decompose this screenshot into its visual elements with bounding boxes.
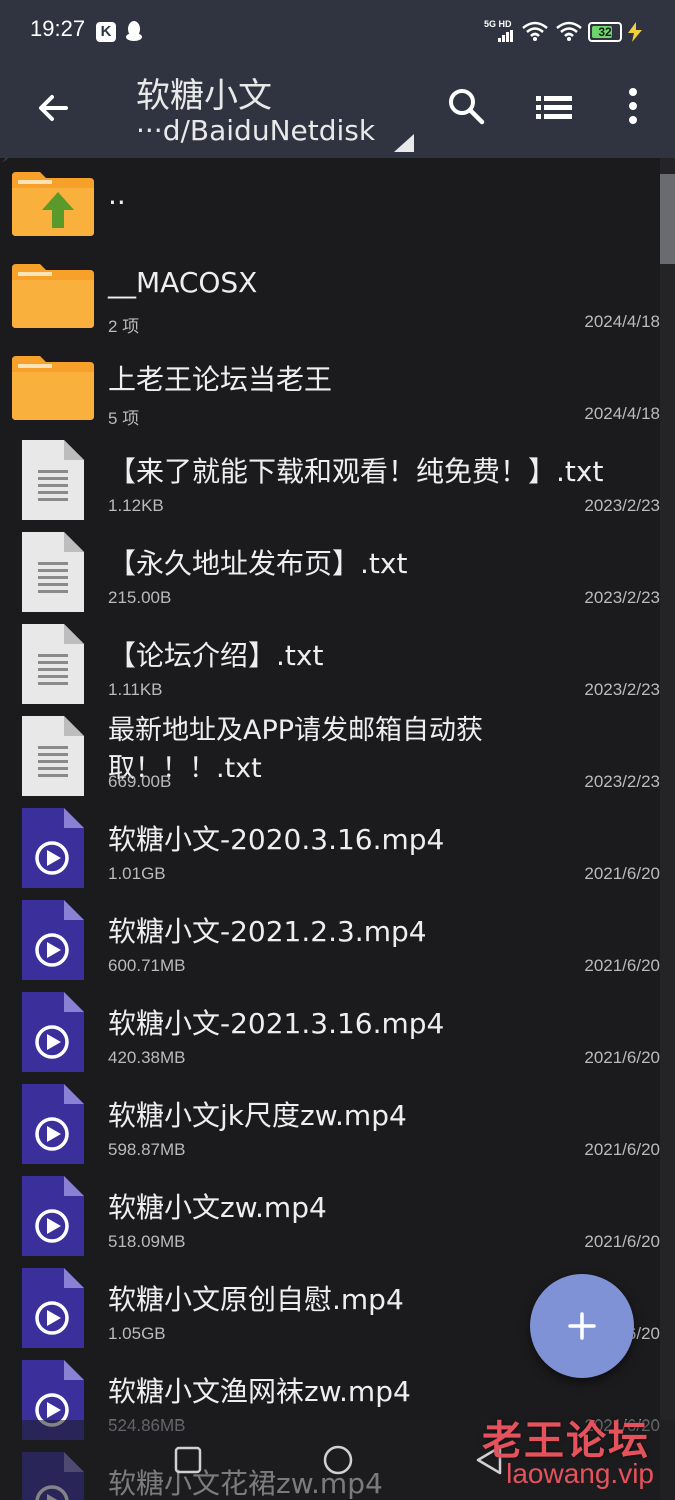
file-row[interactable]: 软糖小文zw.mp4 518.09MB 2021/6/20 xyxy=(0,1170,660,1262)
qq-penguin-icon xyxy=(126,21,142,41)
file-name: 【论坛介绍】.txt xyxy=(108,639,324,672)
file-size: 518.09MB xyxy=(108,1232,186,1251)
file-row[interactable]: 最新地址及APP请发邮箱自动获取！！！.txt 669.00B 2023/2/23 xyxy=(0,710,660,802)
file-date: 2021/6/20 xyxy=(584,956,660,975)
plus-icon xyxy=(568,1312,596,1340)
path-dropdown-icon[interactable] xyxy=(392,134,414,152)
file-size: 1.05GB xyxy=(108,1324,166,1343)
video-file-icon xyxy=(10,1358,96,1440)
folder-icon xyxy=(10,260,96,330)
status-bar: 19:27 K 5G HD 32 xyxy=(0,0,675,62)
file-size: 420.38MB xyxy=(108,1048,186,1067)
add-fab-button[interactable] xyxy=(530,1274,634,1378)
file-name: __MACOSX xyxy=(108,266,258,299)
recents-icon[interactable] xyxy=(174,1446,202,1474)
file-name: 软糖小文-2021.3.16.mp4 xyxy=(108,1007,445,1040)
watermark-url: laowang.vip xyxy=(506,1458,654,1489)
file-date: 2024/4/18 xyxy=(584,404,660,423)
file-name: 上老王论坛当老王 xyxy=(108,363,333,396)
file-date: 2021/6/20 xyxy=(584,1232,660,1251)
file-name: 【来了就能下载和观看！纯免费！】.txt xyxy=(108,455,604,488)
file-name: 最新地址及APP请发邮箱自动获取！！！.txt xyxy=(108,715,484,784)
file-row[interactable]: 上老王论坛当老王 5 项 2024/4/18 xyxy=(0,342,660,434)
cell-signal-icon xyxy=(498,30,513,42)
file-date: 2021/6/20 xyxy=(584,1048,660,1067)
file-row[interactable]: __MACOSX 2 项 2024/4/18 xyxy=(0,250,660,342)
scrollbar[interactable] xyxy=(660,158,675,1500)
file-date: 2024/4/18 xyxy=(584,312,660,331)
file-row[interactable]: 软糖小文jk尺度zw.mp4 598.87MB 2021/6/20 xyxy=(0,1078,660,1170)
video-file-icon xyxy=(10,1266,96,1348)
folder-title: 软糖小文 xyxy=(136,76,272,116)
video-file-icon xyxy=(10,806,96,888)
file-name: 【永久地址发布页】.txt xyxy=(108,547,408,580)
file-date: 2021/6/20 xyxy=(584,1140,660,1159)
file-size: 600.71MB xyxy=(108,956,186,975)
file-name: 软糖小文渔网袜zw.mp4 xyxy=(108,1375,411,1408)
app-bar: 软糖小文 ···d/BaiduNetdisk xyxy=(0,62,675,158)
site-watermark: 老王论坛 laowang.vip xyxy=(470,1408,670,1500)
file-row[interactable]: 软糖小文-2021.2.3.mp4 600.71MB 2021/6/20 xyxy=(0,894,660,986)
network-type-label: 5G HD xyxy=(484,19,512,29)
more-options-icon[interactable] xyxy=(620,86,646,126)
file-name: .. xyxy=(108,178,126,211)
file-date: 2023/2/23 xyxy=(584,772,660,791)
file-name: 软糖小文原创自慰.mp4 xyxy=(108,1283,404,1316)
file-row[interactable]: 【论坛介绍】.txt 1.11KB 2023/2/23 xyxy=(0,618,660,710)
file-size: 1.11KB xyxy=(108,680,163,699)
video-file-icon xyxy=(10,990,96,1072)
file-name: 软糖小文-2020.3.16.mp4 xyxy=(108,823,445,856)
status-time: 19:27 xyxy=(30,16,86,41)
file-row[interactable]: 【来了就能下载和观看！纯免费！】.txt 1.12KB 2023/2/23 xyxy=(0,434,660,526)
parent-folder-icon xyxy=(10,168,96,238)
parent-folder-row[interactable]: .. xyxy=(0,158,660,250)
file-size: 2 项 xyxy=(108,317,140,336)
file-row[interactable]: 软糖小文-2020.3.16.mp4 1.01GB 2021/6/20 xyxy=(0,802,660,894)
home-icon[interactable] xyxy=(322,1444,354,1476)
text-file-icon xyxy=(10,714,96,796)
video-file-icon xyxy=(10,898,96,980)
charging-bolt-icon xyxy=(628,22,642,42)
text-file-icon xyxy=(10,438,96,520)
video-file-icon xyxy=(10,1174,96,1256)
list-view-icon[interactable] xyxy=(534,88,574,128)
file-row[interactable]: 【永久地址发布页】.txt 215.00B 2023/2/23 xyxy=(0,526,660,618)
k-app-icon: K xyxy=(96,22,116,42)
text-file-icon xyxy=(10,530,96,612)
file-name: 软糖小文-2021.2.3.mp4 xyxy=(108,915,427,948)
file-name: 软糖小文jk尺度zw.mp4 xyxy=(108,1099,407,1132)
back-arrow-icon[interactable] xyxy=(32,86,76,130)
battery-level: 32 xyxy=(598,25,612,39)
folder-icon xyxy=(10,352,96,422)
file-name: 软糖小文zw.mp4 xyxy=(108,1191,327,1224)
file-date: 2023/2/23 xyxy=(584,496,660,515)
file-row[interactable]: 软糖小文-2021.3.16.mp4 420.38MB 2021/6/20 xyxy=(0,986,660,1078)
file-size: 1.01GB xyxy=(108,864,166,883)
file-date: 2023/2/23 xyxy=(584,680,660,699)
file-size: 1.12KB xyxy=(108,496,164,515)
file-size: 669.00B xyxy=(108,772,172,791)
battery-icon: 32 xyxy=(588,22,622,42)
file-date: 2023/2/23 xyxy=(584,588,660,607)
file-size: 215.00B xyxy=(108,588,172,607)
text-file-icon xyxy=(10,622,96,704)
wifi-icon xyxy=(522,21,548,41)
file-size: 598.87MB xyxy=(108,1140,186,1159)
wifi-secondary-icon xyxy=(556,21,582,41)
file-date: 2021/6/20 xyxy=(584,864,660,883)
folder-path[interactable]: ···d/BaiduNetdisk xyxy=(136,114,375,147)
search-icon[interactable] xyxy=(446,86,486,126)
scrollbar-thumb[interactable] xyxy=(660,174,675,264)
file-size: 5 项 xyxy=(108,409,140,428)
video-file-icon xyxy=(10,1082,96,1164)
